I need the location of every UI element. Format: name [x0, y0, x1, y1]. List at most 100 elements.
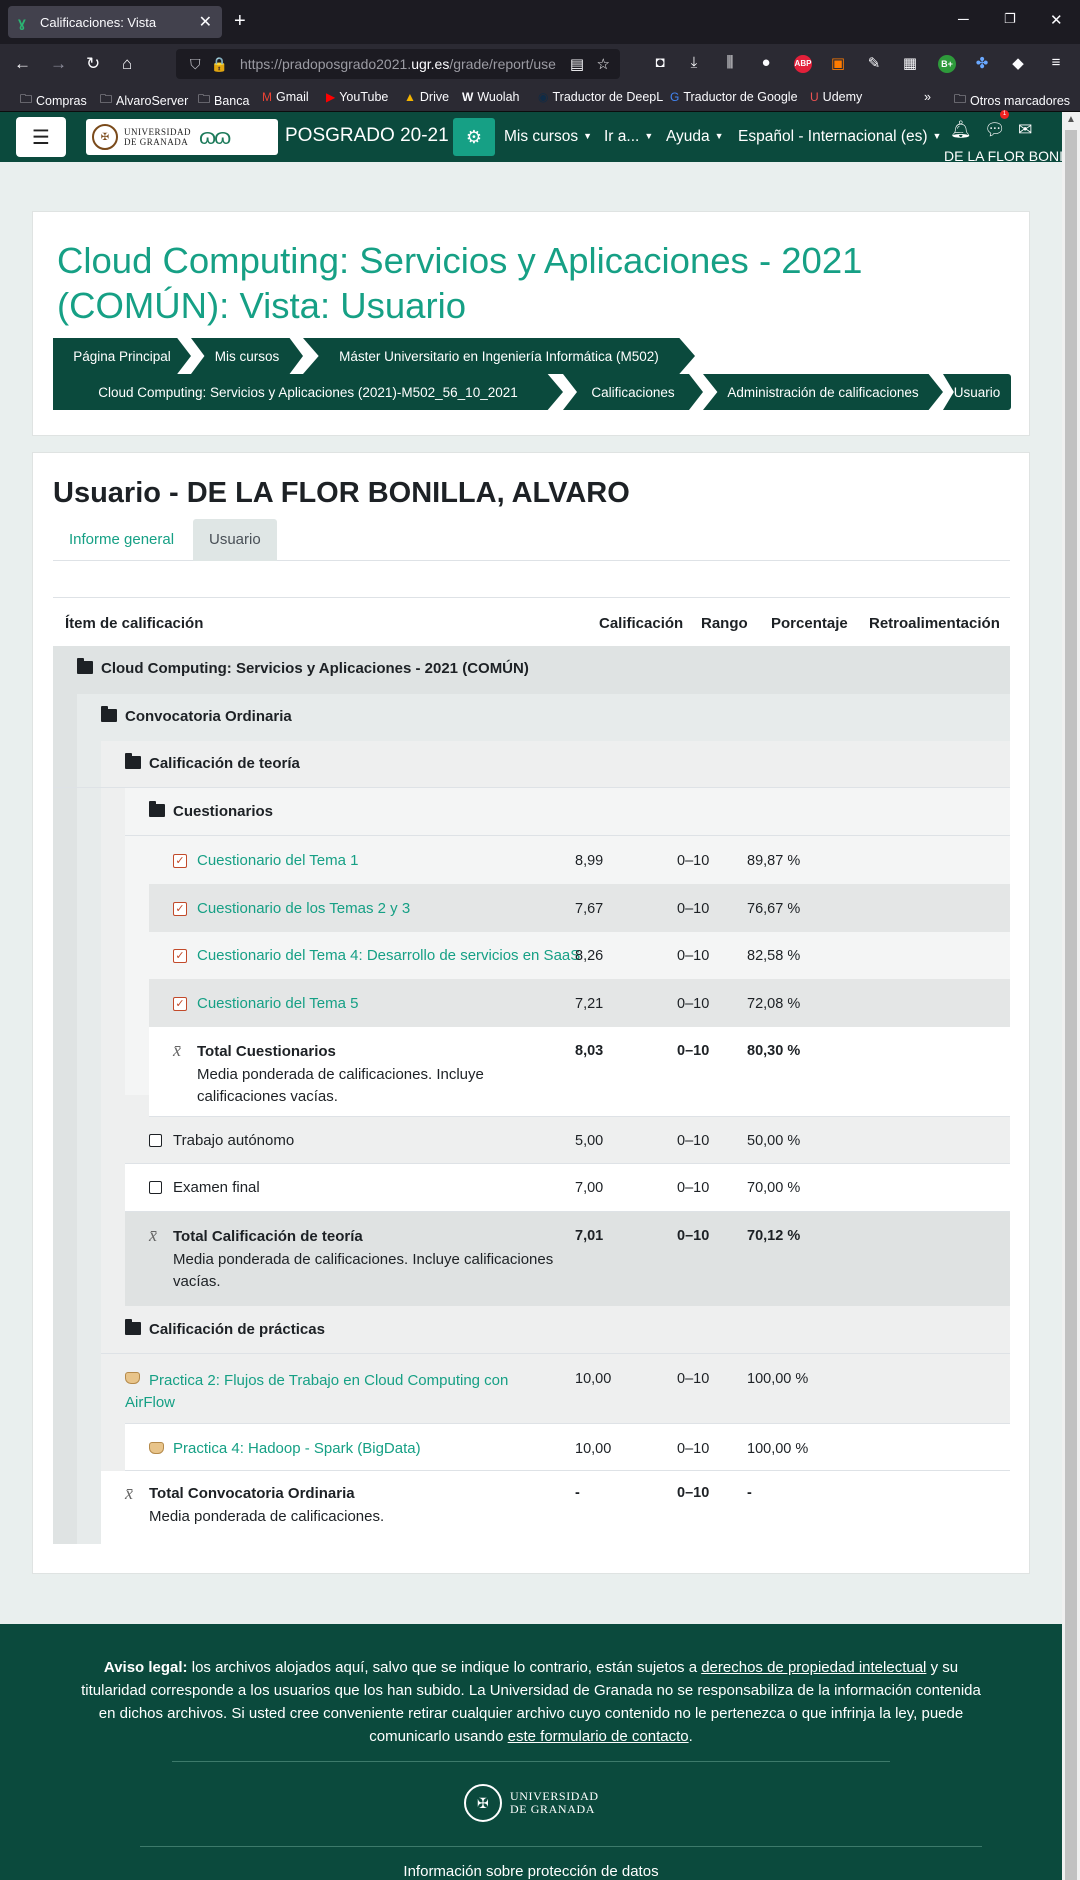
quiz-icon: ✓ — [173, 902, 187, 916]
minimize-icon[interactable]: ─ — [958, 11, 969, 28]
breadcrumb-mis-cursos[interactable]: Mis cursos — [191, 338, 303, 374]
scrollbar[interactable]: ▲ — [1062, 112, 1080, 1880]
back-icon[interactable]: ← — [14, 54, 31, 74]
breadcrumb-master[interactable]: Máster Universitario en Ingeniería Infor… — [303, 338, 695, 374]
bookmark-udemy[interactable]: U Udemy — [810, 90, 862, 104]
tab-usuario[interactable]: Usuario — [193, 519, 277, 561]
nav-mis-cursos[interactable]: Mis cursos ▼ — [504, 128, 592, 146]
grade-item-link[interactable]: Cuestionario de los Temas 2 y 3 — [197, 900, 410, 917]
grade-item-link[interactable]: Practica 2: Flujos de Trabajo en Cloud C… — [125, 1370, 525, 1414]
pocket-icon[interactable]: ◘ — [650, 54, 670, 71]
grade-item-link[interactable]: Cuestionario del Tema 5 — [197, 995, 358, 1012]
breadcrumb-pagina-principal[interactable]: Página Principal — [53, 338, 191, 374]
close-tab-icon[interactable]: ✕ — [199, 12, 212, 32]
grade-item-link[interactable]: Practica 4: Hadoop - Spark (BigData) — [173, 1440, 421, 1457]
user-menu[interactable]: DE LA FLOR BONILLA — [944, 148, 1062, 164]
extension-icon[interactable]: ✤ — [972, 54, 992, 72]
grade-value: 10,00 — [575, 1441, 612, 1457]
bookmark-google-translate[interactable]: G Traductor de Google — [670, 90, 798, 104]
bookmark-banca[interactable]: 🗀 Banca — [198, 90, 249, 111]
table-row: ✓ Cuestionario del Tema 5 7,21 0–10 72,0… — [149, 979, 1010, 1027]
bookmark-star-icon[interactable]: ☆ — [597, 55, 610, 73]
total-name: Total Convocatoria Ordinaria — [149, 1485, 355, 1502]
browser-navbar: ← → ↻ ⌂ ⛉ 🔒 https://pradoposgrado2021. ug… — [0, 44, 1080, 84]
breadcrumb-calificaciones[interactable]: Calificaciones — [563, 374, 703, 410]
range-value: 0–10 — [677, 1133, 710, 1149]
browser-titlebar: ɣ Calificaciones: Vista ✕ + ─ ❐ ✕ — [0, 0, 1080, 44]
percent-value: 72,08 % — [747, 996, 801, 1012]
extension-icon[interactable]: ▣ — [828, 54, 848, 72]
reader-view-icon[interactable]: ▤ — [570, 55, 584, 73]
home-icon[interactable]: ⌂ — [122, 54, 132, 74]
bookmark-deepl[interactable]: ◉ Traductor de DeepL — [538, 90, 663, 104]
moodle-navbar: ☰ ✠ UNIVERSIDAD DE GRANADA ɷɷ POSGRADO 20… — [0, 112, 1062, 162]
adblock-icon[interactable]: ABP — [794, 55, 812, 73]
notification-badge: 1 — [1000, 110, 1009, 119]
scrollbar-thumb[interactable] — [1065, 130, 1077, 1880]
hamburger-menu-icon[interactable]: ☰ — [16, 117, 66, 157]
bookmark-gmail[interactable]: M Gmail — [262, 90, 309, 104]
page-footer: Aviso legal: los archivos alojados aquí,… — [0, 1624, 1062, 1880]
library-icon[interactable]: ⫼ — [720, 54, 740, 71]
url-bar[interactable]: ⛉ 🔒 https://pradoposgrado2021. ugr.es/gra… — [176, 49, 620, 79]
total-row: x̄ Total Calificación de teoría Media pon… — [125, 1212, 1010, 1306]
bookmark-alvaroserver[interactable]: 🗀 AlvaroServer — [100, 90, 188, 111]
restore-icon[interactable]: ❐ — [1004, 11, 1016, 27]
nav-language[interactable]: Español - Internacional (es) ▼ — [738, 128, 941, 146]
bookmark-youtube[interactable]: ▶ YouTube — [326, 90, 388, 104]
tab-informe-general[interactable]: Informe general — [53, 519, 190, 561]
category-name: Calificación de prácticas — [149, 1321, 325, 1338]
range-value: 0–10 — [677, 1043, 710, 1059]
nav-ayuda[interactable]: Ayuda ▼ — [666, 128, 724, 146]
folder-icon — [125, 1319, 141, 1335]
grade-item-link[interactable]: Cuestionario del Tema 4: Desarrollo de s… — [197, 947, 580, 964]
chat-icon[interactable]: 💬︎ — [984, 120, 1006, 140]
category-row: Convocatoria Ordinaria — [53, 694, 1010, 741]
extension-icon[interactable]: ✎ — [864, 54, 884, 72]
bookmark-drive[interactable]: ▲ Drive — [404, 90, 449, 104]
close-window-icon[interactable]: ✕ — [1050, 11, 1063, 29]
ugr-logo[interactable]: ✠ UNIVERSIDAD DE GRANADA ɷɷ — [86, 119, 278, 155]
nav-ir-a[interactable]: Ir a... ▼ — [604, 128, 653, 146]
forward-icon[interactable]: → — [50, 54, 67, 74]
legal-notice: Aviso legal: los archivos alojados aquí,… — [81, 1659, 981, 1745]
bell-icon[interactable]: 🔔︎ — [950, 120, 972, 140]
category-name: Cuestionarios — [173, 803, 274, 820]
grade-item-link[interactable]: Cuestionario del Tema 1 — [197, 852, 358, 869]
breadcrumb-course[interactable]: Cloud Computing: Servicios y Aplicacione… — [53, 374, 563, 410]
menu-icon[interactable]: ≡ — [1046, 54, 1066, 71]
extension-icon[interactable]: B+ — [938, 55, 956, 73]
bookmark-other[interactable]: 🗀 Otros marcadores — [954, 90, 1070, 111]
bookmark-compras[interactable]: 🗀 Compras — [20, 90, 87, 111]
extension-icon[interactable]: ◆ — [1008, 54, 1028, 72]
cog-icon[interactable]: ⚙ — [453, 118, 495, 156]
page-header-card: Cloud Computing: Servicios y Aplicacione… — [32, 211, 1030, 436]
mail-icon[interactable]: ✉ — [1018, 120, 1032, 140]
new-tab-button[interactable]: + — [234, 10, 246, 32]
col-percent: Porcentaje — [771, 615, 848, 632]
scroll-up-icon[interactable]: ▲ — [1066, 114, 1076, 125]
browser-tab[interactable]: ɣ Calificaciones: Vista ✕ — [8, 6, 222, 38]
bookmarks-overflow-icon[interactable]: » — [924, 90, 931, 104]
grade-value: 7,21 — [575, 996, 604, 1012]
grade-value: 7,67 — [575, 901, 604, 917]
extension-icon[interactable]: ● — [756, 54, 776, 71]
category-row: Cloud Computing: Servicios y Aplicacione… — [53, 646, 1010, 694]
folder-icon — [125, 753, 141, 769]
range-value: 0–10 — [677, 1180, 710, 1196]
data-protection-link[interactable]: Información sobre protección de datos — [0, 1863, 1062, 1880]
range-value: 0–10 — [677, 1228, 710, 1244]
reload-icon[interactable]: ↻ — [86, 54, 100, 74]
folder-icon: 🗀 — [100, 92, 113, 106]
user-report-heading: Usuario - DE LA FLOR BONILLA, ALVARO — [53, 477, 630, 509]
contact-form-link[interactable]: este formulario de contacto — [508, 1728, 689, 1745]
ip-rights-link[interactable]: derechos de propiedad intelectual — [701, 1659, 926, 1676]
bookmark-wuolah[interactable]: W Wuolah — [462, 90, 520, 104]
breadcrumb-usuario[interactable]: Usuario — [943, 374, 1011, 410]
grade-table: Ítem de calificación Calificación Rango … — [53, 597, 1010, 1566]
downloads-icon[interactable]: ⤓ — [684, 54, 704, 71]
extension-icon[interactable]: ▦ — [900, 54, 920, 72]
total-row: x̄ Total Cuestionarios Media ponderada de… — [149, 1027, 1010, 1117]
grade-value: 7,01 — [575, 1228, 604, 1244]
breadcrumb-administracion[interactable]: Administración de calificaciones — [703, 374, 943, 410]
